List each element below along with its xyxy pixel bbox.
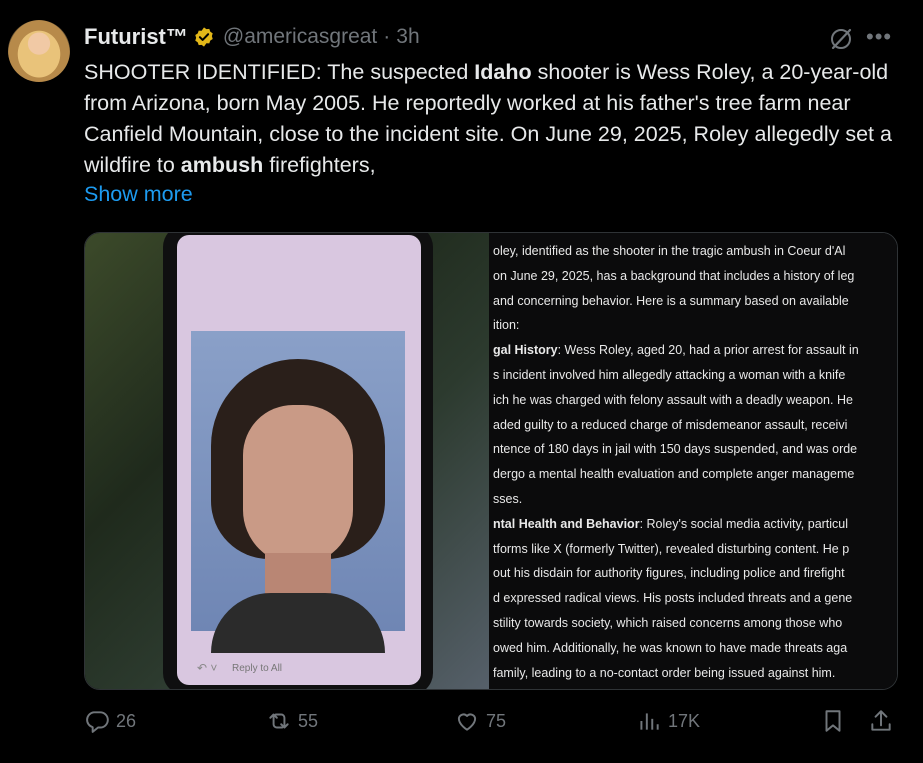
screenshot-line-text: aded guilty to a reduced charge of misde… bbox=[493, 417, 848, 432]
screenshot-line: tforms like X (formerly Twitter), reveal… bbox=[493, 537, 897, 562]
verified-badge-icon bbox=[195, 27, 213, 47]
screenshot-heading: ntal Health and Behavior bbox=[493, 516, 640, 531]
screenshot-line-text: : Wess Roley, aged 20, had a prior arres… bbox=[557, 343, 859, 358]
tweet-text-part: SHOOTER IDENTIFIED: The suspected bbox=[84, 60, 475, 84]
mugshot bbox=[191, 331, 405, 653]
phone: ↶ ˅ Reply to All bbox=[163, 233, 433, 689]
screenshot-line: s incident involved him allegedly attack… bbox=[493, 363, 897, 388]
screenshot-line: ntence of 180 days in jail with 150 days… bbox=[493, 437, 897, 462]
tweet-text: SHOOTER IDENTIFIED: The suspected Idaho … bbox=[84, 57, 904, 181]
screenshot-line-text: family, leading to a no-contact order be… bbox=[493, 665, 836, 680]
screenshot-line-text: on June 29, 2025, has a background that … bbox=[493, 268, 855, 283]
tweet-text-part: ambush bbox=[180, 153, 264, 177]
reply-arrow-icon: ↶ ˅ bbox=[197, 661, 218, 675]
screenshot-line-text: sses. bbox=[493, 491, 523, 506]
screenshot-line: d expressed radical views. His posts inc… bbox=[493, 586, 897, 611]
screenshot-line-text: oley, identified as the shooter in the t… bbox=[493, 244, 846, 258]
author-handle[interactable]: @americasgreat bbox=[223, 25, 377, 49]
screenshot-line: owed him. Additionally, he was known to … bbox=[493, 636, 897, 661]
screenshot-line-text: and concerning behavior. Here is a summa… bbox=[493, 293, 849, 308]
show-more-link[interactable]: Show more bbox=[84, 182, 193, 207]
views-icon bbox=[640, 713, 659, 730]
screenshot-line-text: ntence of 180 days in jail with 150 days… bbox=[493, 442, 858, 457]
author-name[interactable]: Futurist™ bbox=[84, 24, 188, 50]
screenshot-line-text: ition: bbox=[493, 318, 520, 333]
timestamp[interactable]: 3h bbox=[396, 25, 419, 49]
screenshot-heading: gal History bbox=[493, 343, 558, 358]
screenshot-line: ition: bbox=[493, 313, 897, 338]
tweet[interactable]: Futurist™ @americasgreat · 3h ••• SHOOTE… bbox=[0, 0, 923, 763]
screenshot-line-text: stility towards society, which raised co… bbox=[493, 615, 843, 630]
screenshot-line: stility towards society, which raised co… bbox=[493, 611, 897, 636]
screenshot-line: aded guilty to a reduced charge of misde… bbox=[493, 413, 897, 438]
screenshot-line-text: owed him. Additionally, he was known to … bbox=[493, 640, 848, 655]
media-attachment[interactable]: ↶ ˅ Reply to All oley, identified as the… bbox=[84, 232, 898, 690]
bookmark-icon bbox=[825, 710, 841, 732]
reply-count: 26 bbox=[116, 710, 137, 731]
views-button[interactable]: 17K bbox=[636, 708, 700, 734]
screenshot-line-text: d expressed radical views. His posts inc… bbox=[493, 591, 853, 606]
screenshot-line: dergo a mental health evaluation and com… bbox=[493, 462, 897, 487]
grok-icon[interactable] bbox=[828, 26, 854, 52]
views-count: 17K bbox=[668, 710, 701, 731]
screenshot-line-text: ich he was charged with felony assault w… bbox=[493, 392, 853, 407]
screenshot-line-text: out his disdain for authority figures, i… bbox=[493, 566, 845, 581]
share-icon bbox=[871, 710, 891, 731]
screenshot-line: ntal Health and Behavior: Roley's social… bbox=[493, 512, 897, 537]
like-icon bbox=[457, 713, 477, 731]
tweet-text-part: Idaho bbox=[474, 60, 532, 84]
screenshot-line-text: tforms like X (formerly Twitter), reveal… bbox=[493, 541, 850, 556]
screenshot-line: sses. bbox=[493, 487, 897, 512]
phone-photo: ↶ ˅ Reply to All bbox=[85, 233, 489, 689]
action-bar: 26 55 75 17K bbox=[84, 708, 896, 742]
screenshot-line: family, leading to a no-contact order be… bbox=[493, 661, 897, 686]
reply-to-all-label: Reply to All bbox=[232, 663, 283, 674]
screenshot-line: oley, identified as the shooter in the t… bbox=[493, 239, 897, 264]
like-count: 75 bbox=[486, 710, 507, 731]
like-button[interactable]: 75 bbox=[454, 708, 506, 734]
screenshot-line: gal History: Wess Roley, aged 20, had a … bbox=[493, 338, 897, 363]
reply-button[interactable]: 26 bbox=[84, 708, 136, 734]
separator-dot: · bbox=[383, 25, 391, 48]
bookmark-button[interactable] bbox=[820, 708, 852, 734]
screenshot-line: and concerning behavior. Here is a summa… bbox=[493, 289, 897, 314]
tweet-text-part: firefighters, bbox=[263, 153, 376, 177]
repost-icon bbox=[269, 713, 289, 729]
screenshot-line: ich he was charged with felony assault w… bbox=[493, 388, 897, 413]
screenshot-line: out his disdain for authority figures, i… bbox=[493, 561, 897, 586]
screenshot-line-text: : Roley's social media activity, particu… bbox=[639, 516, 849, 531]
repost-button[interactable]: 55 bbox=[266, 708, 318, 734]
phone-screen: ↶ ˅ Reply to All bbox=[177, 235, 421, 685]
reply-icon bbox=[86, 711, 109, 733]
more-icon[interactable]: ••• bbox=[866, 24, 898, 50]
screenshot-line-text: s incident involved him allegedly attack… bbox=[493, 367, 846, 382]
screenshot-line: on June 29, 2025, has a background that … bbox=[493, 264, 897, 289]
text-screenshot: oley, identified as the shooter in the t… bbox=[489, 233, 897, 689]
screenshot-line-text: dergo a mental health evaluation and com… bbox=[493, 467, 855, 482]
avatar[interactable] bbox=[8, 20, 70, 82]
repost-count: 55 bbox=[298, 710, 319, 731]
share-button[interactable] bbox=[868, 708, 900, 734]
tweet-header: Futurist™ @americasgreat · 3h bbox=[84, 22, 420, 52]
